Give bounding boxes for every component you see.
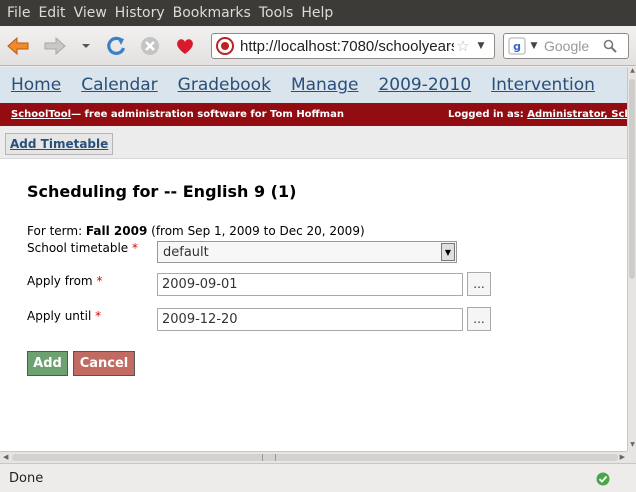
back-button[interactable]: [5, 35, 31, 57]
vertical-scroll-thumb[interactable]: [629, 79, 635, 279]
required-marker: *: [95, 309, 102, 323]
menu-view[interactable]: View: [70, 5, 111, 21]
timetable-select-value: default: [163, 244, 209, 260]
reload-icon: [107, 36, 126, 55]
forward-arrow-icon: [44, 36, 66, 56]
timetable-label-text: School timetable: [27, 241, 129, 255]
site-identity-icon[interactable]: [214, 35, 236, 57]
nav-schoolyear[interactable]: 2009-2010: [378, 75, 471, 95]
menubar: File Edit View History Bookmarks Tools H…: [0, 0, 636, 26]
heart-icon: [177, 39, 193, 54]
apply-until-label-text: Apply until: [27, 309, 92, 323]
star-icon[interactable]: ☆: [454, 37, 472, 55]
navigation-toolbar: http://localhost:7080/schoolyears ☆ ▼ g …: [0, 26, 636, 66]
vertical-scrollbar[interactable]: ▲ ▼: [627, 67, 636, 451]
url-bar[interactable]: http://localhost:7080/schoolyears ☆ ▼: [211, 33, 495, 59]
term-name: Fall 2009: [85, 224, 148, 238]
schooltool-link[interactable]: SchoolTool: [11, 109, 71, 120]
header-banner: SchoolTool — free administration softwar…: [0, 103, 627, 126]
required-marker: *: [96, 274, 103, 288]
nav-calendar[interactable]: Calendar: [81, 75, 157, 95]
action-bar: Add Timetable: [0, 126, 627, 159]
search-input[interactable]: Google: [544, 38, 600, 54]
site-navigation: Home Calendar Gradebook Manage 2009-2010…: [0, 67, 627, 103]
scroll-left-icon[interactable]: ◀: [3, 453, 8, 461]
menu-edit[interactable]: Edit: [34, 5, 69, 21]
menu-help[interactable]: Help: [297, 5, 337, 21]
term-prefix: For term:: [27, 224, 86, 238]
apply-from-label-text: Apply from: [27, 274, 93, 288]
status-text: Done: [9, 470, 44, 486]
bookmark-button[interactable]: [174, 35, 196, 57]
add-button[interactable]: Add: [27, 351, 68, 376]
term-info: For term: Fall 2009 (from Sep 1, 2009 to…: [27, 224, 365, 238]
apply-from-input[interactable]: 2009-09-01: [157, 273, 463, 296]
tagline: — free administration software for Tom H…: [71, 109, 344, 120]
scroll-grip: [262, 454, 276, 461]
login-info: Logged in as: Administrator, School: [448, 103, 627, 126]
nav-intervention[interactable]: Intervention: [491, 75, 595, 95]
page-title: Scheduling for -- English 9 (1): [27, 182, 297, 201]
user-link[interactable]: Administrator, School: [527, 109, 627, 120]
menu-bookmarks[interactable]: Bookmarks: [169, 5, 255, 21]
stop-button[interactable]: [139, 35, 161, 57]
svg-text:g: g: [513, 40, 521, 53]
scroll-down-icon[interactable]: ▼: [628, 441, 636, 451]
menu-file[interactable]: File: [3, 5, 34, 21]
apply-until-picker-button[interactable]: ...: [467, 307, 491, 331]
apply-from-label: Apply from *: [27, 274, 102, 288]
scroll-corner: [627, 451, 636, 463]
scroll-up-icon[interactable]: ▲: [628, 67, 636, 77]
search-bar[interactable]: g ▼ Google: [503, 33, 629, 59]
scroll-right-icon[interactable]: ▶: [620, 453, 625, 461]
menu-tools[interactable]: Tools: [255, 5, 298, 21]
timetable-select[interactable]: default ▼: [157, 241, 457, 263]
nav-gradebook[interactable]: Gradebook: [178, 75, 271, 95]
logged-in-label: Logged in as:: [448, 109, 524, 120]
apply-until-input[interactable]: 2009-12-20: [157, 308, 463, 331]
term-range: (from Sep 1, 2009 to Dec 20, 2009): [147, 224, 365, 238]
apply-from-picker-button[interactable]: ...: [467, 272, 491, 296]
select-arrow-icon[interactable]: ▼: [441, 243, 455, 261]
history-dropdown[interactable]: [80, 40, 92, 52]
apply-until-label: Apply until *: [27, 309, 101, 323]
reload-button[interactable]: [104, 34, 128, 58]
page-viewport: Home Calendar Gradebook Manage 2009-2010…: [0, 67, 627, 451]
url-dropdown-icon[interactable]: ▼: [472, 41, 490, 51]
chevron-down-icon: [82, 44, 90, 48]
stop-icon: [141, 37, 159, 55]
cancel-button[interactable]: Cancel: [73, 351, 135, 376]
add-timetable-button[interactable]: Add Timetable: [5, 133, 114, 155]
nav-home[interactable]: Home: [11, 75, 61, 95]
required-marker: *: [131, 241, 138, 255]
forward-button[interactable]: [42, 35, 68, 57]
menu-history[interactable]: History: [111, 5, 169, 21]
search-icon[interactable]: [600, 39, 620, 53]
back-arrow-icon: [7, 36, 29, 56]
url-text[interactable]: http://localhost:7080/schoolyears: [240, 38, 454, 55]
status-bar: Done: [0, 463, 636, 492]
timetable-label: School timetable *: [27, 241, 138, 255]
horizontal-scrollbar[interactable]: ◀ ▶: [0, 451, 627, 463]
google-engine-icon[interactable]: g: [506, 36, 528, 56]
horizontal-scroll-thumb[interactable]: [12, 454, 618, 461]
check-icon: [596, 472, 610, 486]
nav-manage[interactable]: Manage: [291, 75, 359, 95]
engine-dropdown-icon[interactable]: ▼: [528, 41, 540, 51]
